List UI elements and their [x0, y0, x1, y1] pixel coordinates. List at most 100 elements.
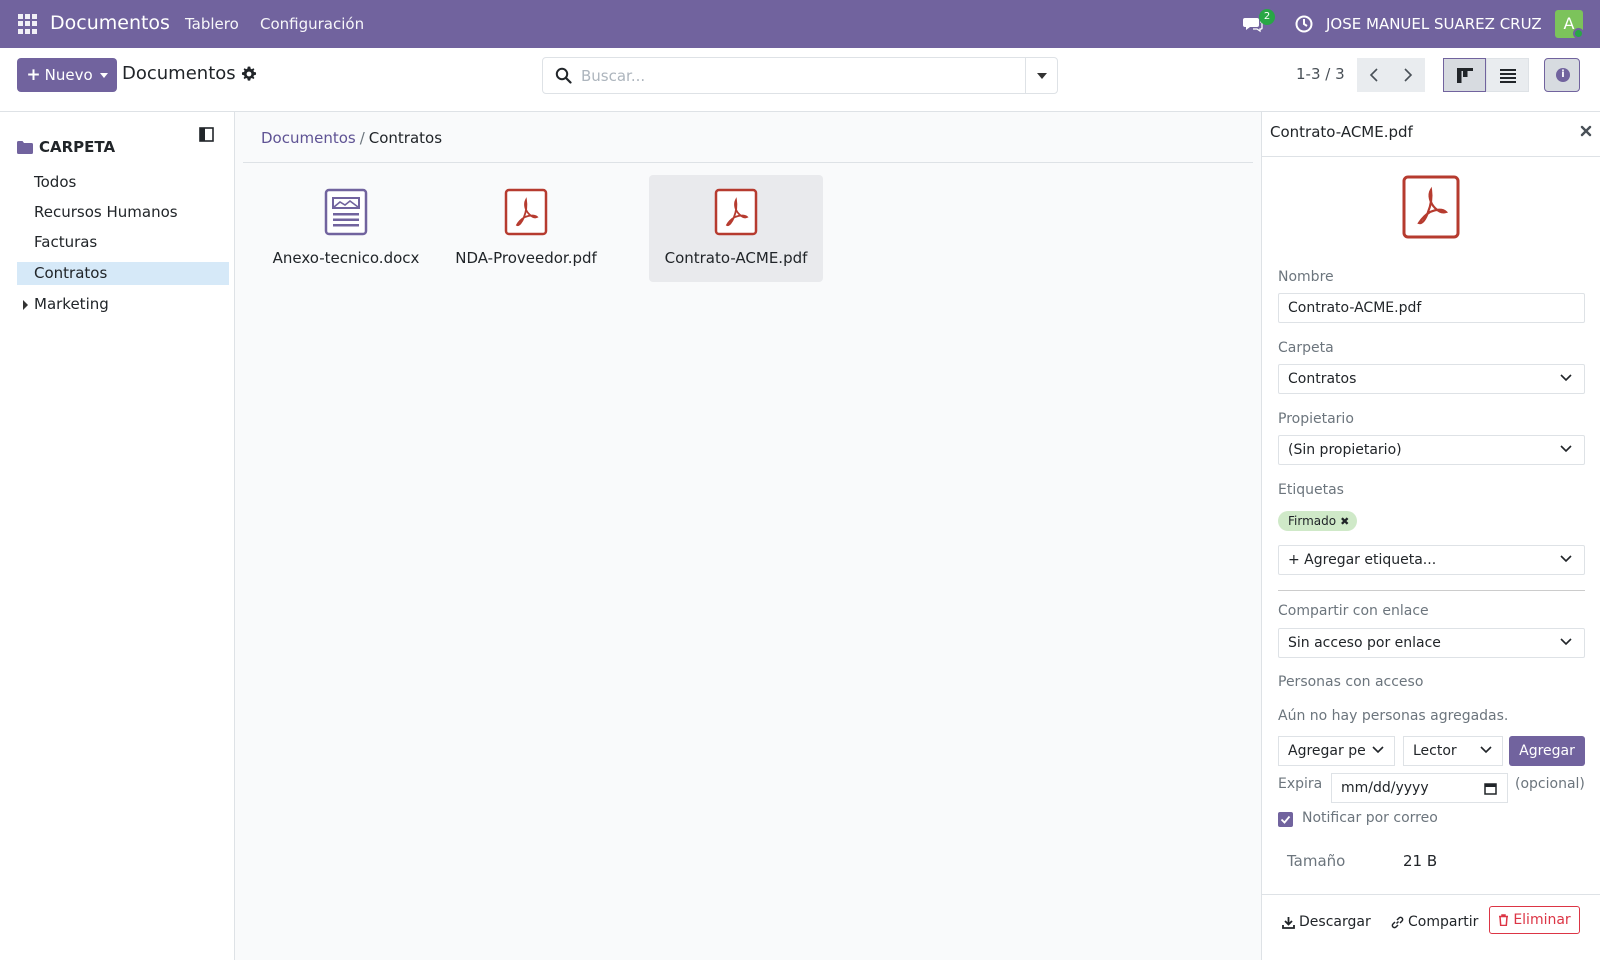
owner-label: Propietario [1278, 411, 1354, 427]
pdf-icon [714, 188, 758, 236]
expire-label: Expira [1278, 776, 1323, 792]
info-icon: i [1556, 68, 1570, 82]
menu-tablero[interactable]: Tablero [185, 15, 239, 33]
role-value: Lector [1413, 743, 1457, 759]
download-button[interactable]: Descargar [1282, 914, 1371, 930]
search-options-toggle[interactable] [1025, 58, 1057, 93]
date-placeholder: mm/dd/yyyy [1341, 780, 1429, 796]
document-inspector: Contrato-ACME.pdf Nombre Contrato-ACME.p… [1261, 112, 1600, 960]
tag-badge: Firmado ✖ [1278, 511, 1358, 531]
pager-previous-button[interactable] [1357, 58, 1391, 92]
new-button[interactable]: + Nuevo [17, 58, 117, 92]
size-label: Tamaño [1287, 852, 1346, 870]
kanban-view-icon [1457, 68, 1473, 83]
breadcrumb-parent[interactable]: Documentos [261, 129, 356, 147]
divider [1262, 156, 1600, 157]
plus-icon: + [26, 65, 41, 85]
folder-item-label: Marketing [34, 295, 109, 313]
folder-item-marketing[interactable]: Marketing [17, 293, 229, 316]
pager-next-button[interactable] [1391, 58, 1425, 92]
owner-select[interactable]: (Sin propietario) [1278, 435, 1585, 465]
chat-badge: 2 [1259, 9, 1275, 25]
document-name: Anexo-tecnico.docx [272, 249, 420, 267]
sidebar-collapse-icon[interactable] [199, 127, 214, 142]
role-select[interactable]: Lector [1403, 736, 1503, 766]
people-empty-text: Aún no hay personas agregadas. [1278, 708, 1509, 724]
size-value: 21 B [1403, 852, 1438, 870]
new-button-label: Nuevo [44, 66, 93, 84]
name-field[interactable]: Contrato-ACME.pdf [1278, 293, 1585, 323]
share-link-value: Sin acceso por enlace [1288, 635, 1441, 651]
document-card[interactable]: Anexo-tecnico.docx [259, 175, 433, 282]
folder-item-recursos-humanos[interactable]: Recursos Humanos [17, 201, 229, 224]
folder-item-facturas[interactable]: Facturas [17, 231, 229, 254]
menu-configuracion[interactable]: Configuración [260, 15, 364, 33]
folder-item-todos[interactable]: Todos [17, 171, 229, 194]
search-input[interactable] [581, 58, 1011, 93]
documents-kanban: Documentos / Contratos Anexo-tecnico.docx … [235, 112, 1261, 960]
folder-sidebar: CARPETA Todos Recursos Humanos Facturas … [0, 112, 235, 960]
chevron-down-icon [1560, 638, 1572, 646]
add-person-button[interactable]: Agregar [1509, 736, 1585, 766]
document-name: NDA-Proveedor.pdf [455, 249, 597, 267]
divider [1262, 894, 1600, 895]
add-tag-select[interactable]: + Agregar etiqueta... [1278, 545, 1585, 575]
folder-icon [17, 141, 33, 154]
app-brand[interactable]: Documentos [50, 12, 170, 34]
check-icon [1280, 815, 1291, 824]
share-link-label: Compartir con enlace [1278, 603, 1429, 619]
chevron-right-icon [1404, 68, 1413, 82]
page-title: Documentos [122, 63, 236, 84]
expire-date-input[interactable]: mm/dd/yyyy [1331, 773, 1508, 803]
caret-right-icon[interactable] [23, 300, 28, 310]
search-icon [555, 67, 572, 84]
tags-label: Etiquetas [1278, 482, 1344, 498]
add-tag-label: + Agregar etiqueta... [1288, 552, 1437, 568]
folder-select-value: Contratos [1288, 371, 1357, 387]
details-panel-toggle[interactable]: i [1544, 58, 1580, 92]
user-name[interactable]: JOSE MANUEL SUAREZ CRUZ [1326, 15, 1542, 33]
document-card[interactable]: Contrato-ACME.pdf [649, 175, 823, 282]
top-navbar: Documentos Tablero Configuración 2 JOSE … [0, 0, 1600, 48]
breadcrumb-separator: / [359, 129, 365, 147]
pdf-icon [1402, 175, 1460, 239]
trash-icon [1499, 914, 1509, 926]
folder-label: Carpeta [1278, 340, 1334, 356]
folder-section-header: CARPETA [39, 138, 116, 156]
optional-hint: (opcional) [1515, 776, 1585, 792]
delete-button[interactable]: Eliminar [1489, 906, 1580, 934]
folder-select[interactable]: Contratos [1278, 364, 1585, 394]
share-button[interactable]: Compartir [1391, 914, 1478, 930]
image-document-icon [324, 188, 368, 236]
breadcrumb: Documentos / Contratos [261, 129, 442, 147]
caret-down-icon [99, 72, 108, 78]
calendar-icon[interactable] [1484, 782, 1497, 795]
chevron-down-icon [1372, 746, 1384, 754]
document-name: Contrato-ACME.pdf [664, 249, 808, 267]
gear-icon[interactable] [241, 66, 257, 82]
document-card[interactable]: NDA-Proveedor.pdf [439, 175, 613, 282]
list-view-button[interactable] [1486, 58, 1529, 92]
clock-icon[interactable] [1294, 14, 1314, 34]
notify-label[interactable]: Notificar por correo [1302, 810, 1438, 826]
kanban-view-button[interactable] [1443, 58, 1486, 92]
folder-item-contratos[interactable]: Contratos [17, 262, 229, 285]
close-icon[interactable] [1579, 124, 1593, 138]
chevron-left-icon [1369, 68, 1378, 82]
control-panel: + Nuevo Documentos 1-3 / 3 i [0, 48, 1600, 112]
search-bar [542, 57, 1058, 94]
chevron-down-icon [1560, 374, 1572, 382]
share-link-select[interactable]: Sin acceso por enlace [1278, 628, 1585, 658]
divider [243, 162, 1253, 163]
pager-value[interactable]: 1-3 / 3 [1296, 65, 1345, 83]
breadcrumb-current: Contratos [368, 129, 443, 147]
notify-checkbox[interactable] [1278, 812, 1293, 827]
name-label: Nombre [1278, 269, 1334, 285]
remove-tag-icon[interactable]: ✖ [1340, 515, 1349, 528]
online-status-icon [1573, 28, 1584, 39]
list-view-icon [1500, 69, 1516, 83]
apps-grid-icon[interactable] [18, 14, 38, 34]
add-person-select[interactable]: Agregar pe [1278, 736, 1395, 766]
pdf-icon [504, 188, 548, 236]
download-label: Descargar [1299, 914, 1371, 930]
